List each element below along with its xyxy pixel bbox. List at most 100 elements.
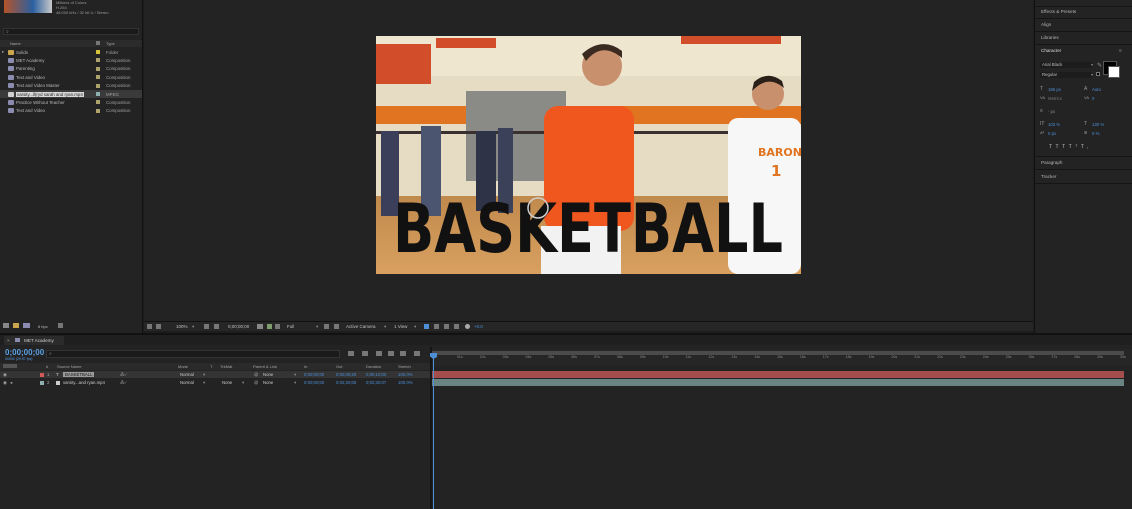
basketball-text-layer[interactable]: BASKETBALL — [393, 190, 783, 269]
layer-out-point[interactable]: 0;02;30;06 — [336, 380, 356, 385]
eyedropper-icon[interactable]: ✎ — [1097, 62, 1102, 69]
project-item[interactable]: Text and Video Composition — [0, 107, 142, 115]
camera-select[interactable]: Active Camera — [346, 324, 376, 329]
chevron-down-icon[interactable]: ▾ — [192, 324, 194, 330]
draft-3d-icon[interactable] — [362, 351, 368, 356]
project-item[interactable]: MET Academy Composition — [0, 56, 142, 64]
kerning-value[interactable]: Metrics — [1048, 96, 1062, 101]
snapshot-icon[interactable] — [257, 324, 263, 329]
project-item[interactable]: Practice Without Teacher Composition — [0, 98, 142, 106]
font-family-select[interactable]: Arial Black — [1040, 62, 1092, 68]
shy-layers-icon[interactable] — [376, 351, 382, 356]
libraries-panel[interactable]: Libraries — [1041, 35, 1059, 40]
mask-visibility-icon[interactable] — [214, 324, 219, 329]
layer-bar-video[interactable] — [432, 379, 1124, 386]
label-color-chip[interactable] — [96, 66, 100, 71]
column-trkmat[interactable]: TrkMat — [220, 364, 232, 369]
label-color-chip[interactable] — [96, 92, 100, 96]
audio-icon[interactable]: ◂ — [10, 380, 12, 386]
graph-editor-icon[interactable] — [414, 351, 420, 356]
label-color-chip[interactable] — [96, 50, 100, 54]
blend-mode-select[interactable]: Normal — [180, 372, 194, 377]
chevron-down-icon[interactable]: ▾ — [242, 380, 244, 386]
pickwhip-icon[interactable]: @ — [254, 380, 258, 385]
horizontal-scale-value[interactable]: 130 % — [1092, 122, 1104, 127]
expand-triangle-icon[interactable]: ▸ — [2, 49, 4, 55]
tab-met-academy[interactable]: × MET Academy — [4, 336, 64, 345]
column-stretch[interactable]: Stretch — [398, 364, 411, 369]
layer-switches[interactable]: ⁂ ⁄ — [120, 380, 126, 386]
timeline-search-input[interactable]: ⌕ — [46, 350, 340, 358]
comp-mini-flowchart-icon[interactable] — [348, 351, 354, 356]
exposure-icon[interactable] — [465, 324, 470, 329]
channel-icon[interactable] — [275, 324, 280, 329]
project-item[interactable]: Parenting Composition — [0, 65, 142, 73]
parent-select[interactable]: None — [263, 380, 273, 385]
parent-select[interactable]: None — [263, 372, 273, 377]
column-name[interactable]: Name — [10, 41, 21, 46]
stroke-color-swatch[interactable] — [1108, 66, 1120, 78]
chevron-down-icon[interactable]: ▾ — [1091, 62, 1093, 67]
label-color-chip[interactable] — [96, 100, 100, 105]
layer-duration[interactable]: 0;02;30;07 — [366, 380, 386, 385]
tracking-value[interactable]: 0 — [1092, 96, 1094, 101]
region-of-interest-icon[interactable] — [324, 324, 329, 329]
safe-areas-icon[interactable] — [204, 324, 209, 329]
tracker-panel[interactable]: Tracker — [1041, 174, 1056, 179]
layer-bar-basketball[interactable] — [432, 371, 1124, 378]
current-time-display[interactable]: 0;00;00;00 — [5, 348, 44, 357]
pickwhip-icon[interactable]: @ — [254, 372, 258, 377]
effects-presets-panel[interactable]: Effects & Presets — [1041, 9, 1076, 14]
paragraph-panel[interactable]: Paragraph — [1041, 160, 1062, 165]
show-snapshot-icon[interactable] — [267, 324, 272, 329]
column-out[interactable]: Out — [336, 364, 342, 369]
panel-menu-icon[interactable]: ≡ — [1119, 48, 1122, 54]
align-panel[interactable]: Align — [1041, 22, 1051, 27]
zoom-select[interactable]: 100% — [176, 324, 188, 329]
black-swatch[interactable] — [1096, 72, 1100, 76]
project-item[interactable]: Text and Video Composition — [0, 73, 142, 81]
label-color-chip[interactable] — [40, 380, 44, 385]
frame-blending-icon[interactable] — [388, 351, 394, 356]
label-color-chip[interactable] — [40, 372, 44, 377]
column-t[interactable]: T — [210, 364, 212, 369]
layer-duration[interactable]: 0;00;10;00 — [366, 372, 386, 377]
character-panel-title[interactable]: Character — [1041, 48, 1061, 53]
motion-blur-icon[interactable] — [400, 351, 406, 356]
tsume-value[interactable]: 0 % — [1092, 131, 1099, 136]
visibility-eye-icon[interactable]: ◉ — [3, 380, 7, 386]
layer-switches[interactable]: ⁂ ⁄ — [120, 372, 126, 378]
preview-icon[interactable] — [147, 324, 152, 329]
leading-value[interactable]: Auto — [1092, 87, 1101, 92]
delete-icon[interactable] — [58, 323, 63, 328]
label-color-chip[interactable] — [96, 83, 100, 88]
layer-name-input[interactable]: BASKETBALL — [63, 372, 95, 377]
column-source-name[interactable]: Source Name — [57, 364, 81, 369]
layer-out-point[interactable]: 0;00;09;29 — [336, 372, 356, 377]
label-color-chip[interactable] — [96, 75, 100, 80]
column-parent[interactable]: Parent & Link — [253, 364, 277, 369]
font-style-select[interactable]: Regular — [1040, 72, 1092, 78]
label-color-chip[interactable] — [96, 108, 100, 113]
chevron-down-icon[interactable]: ▾ — [384, 324, 386, 330]
chevron-down-icon[interactable]: ▾ — [294, 380, 296, 386]
new-composition-icon[interactable] — [23, 323, 30, 328]
layer-stretch[interactable]: 100.0% — [398, 372, 413, 377]
comp-flowchart-icon[interactable] — [444, 324, 449, 329]
layer-row-basketball[interactable]: ◉ 1 T BASKETBALL ⁂ ⁄ Normal ▾ @ None ▾ 0… — [0, 371, 430, 378]
flowchart-icon[interactable] — [454, 324, 459, 329]
chevron-down-icon[interactable]: ▾ — [294, 372, 296, 378]
label-column-icon[interactable] — [96, 41, 100, 45]
project-item[interactable]: ▸ Solids Folder — [0, 48, 142, 56]
fast-previews-icon[interactable] — [424, 324, 429, 329]
chevron-down-icon[interactable]: ▾ — [203, 380, 205, 386]
layer-name[interactable]: varsity...and ryan.mp4 — [63, 380, 105, 385]
chevron-down-icon[interactable]: ▾ — [203, 372, 205, 378]
view-layout-select[interactable]: 1 View — [394, 324, 407, 329]
interpret-footage-icon[interactable] — [3, 323, 9, 328]
baseline-shift-value[interactable]: 0 px — [1048, 131, 1056, 136]
chevron-down-icon[interactable]: ▾ — [316, 324, 318, 330]
layer-row-video[interactable]: ◉ ◂ 2 varsity...and ryan.mp4 ⁂ ⁄ Normal … — [0, 379, 430, 386]
column-type[interactable]: Type — [106, 41, 115, 46]
column-mode[interactable]: Mode — [178, 364, 188, 369]
